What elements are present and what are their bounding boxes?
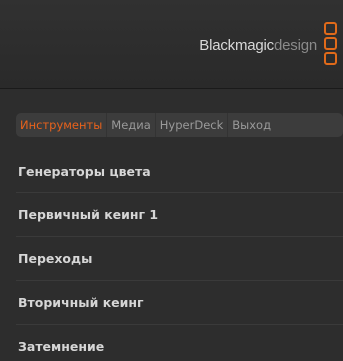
tools-menu: Генераторы цвета Первичный кеинг 1 Перех… <box>16 150 343 361</box>
brand-blackmagic: Blackmagic <box>199 37 274 54</box>
brand-design: design <box>273 37 317 54</box>
logo-square-top <box>324 22 337 35</box>
menu-item-downstream-key[interactable]: Вторичный кеинг <box>16 281 343 325</box>
menu-item-color-generators[interactable]: Генераторы цвета <box>16 150 343 193</box>
menu-item-label: Вторичный кеинг <box>18 295 144 310</box>
menu-item-upstream-key-1[interactable]: Первичный кеинг 1 <box>16 193 343 237</box>
logo-square-middle <box>324 37 337 50</box>
menu-item-fade-to-black[interactable]: Затемнение <box>16 325 343 361</box>
menu-item-label: Затемнение <box>18 339 105 354</box>
menu-item-label: Генераторы цвета <box>18 163 151 179</box>
header: Blackmagicdesign <box>0 0 343 89</box>
tab-output[interactable]: Выход <box>228 113 275 137</box>
menu-item-transitions[interactable]: Переходы <box>16 237 343 281</box>
tab-hyperdeck[interactable]: HyperDeck <box>156 113 229 137</box>
tab-tools[interactable]: Инструменты <box>16 113 108 137</box>
menu-item-label: Первичный кеинг 1 <box>18 207 159 222</box>
tab-bar: Инструменты Медиа HyperDeck Выход <box>16 113 343 137</box>
logo-square-bottom <box>324 52 337 65</box>
brand-logo-text: Blackmagicdesign <box>199 37 317 54</box>
menu-item-label: Переходы <box>18 251 93 266</box>
blackmagic-logo-icon <box>324 22 337 72</box>
tab-media[interactable]: Медиа <box>107 113 156 137</box>
control-panel: Blackmagicdesign Инструменты Медиа Hyper… <box>0 0 343 361</box>
